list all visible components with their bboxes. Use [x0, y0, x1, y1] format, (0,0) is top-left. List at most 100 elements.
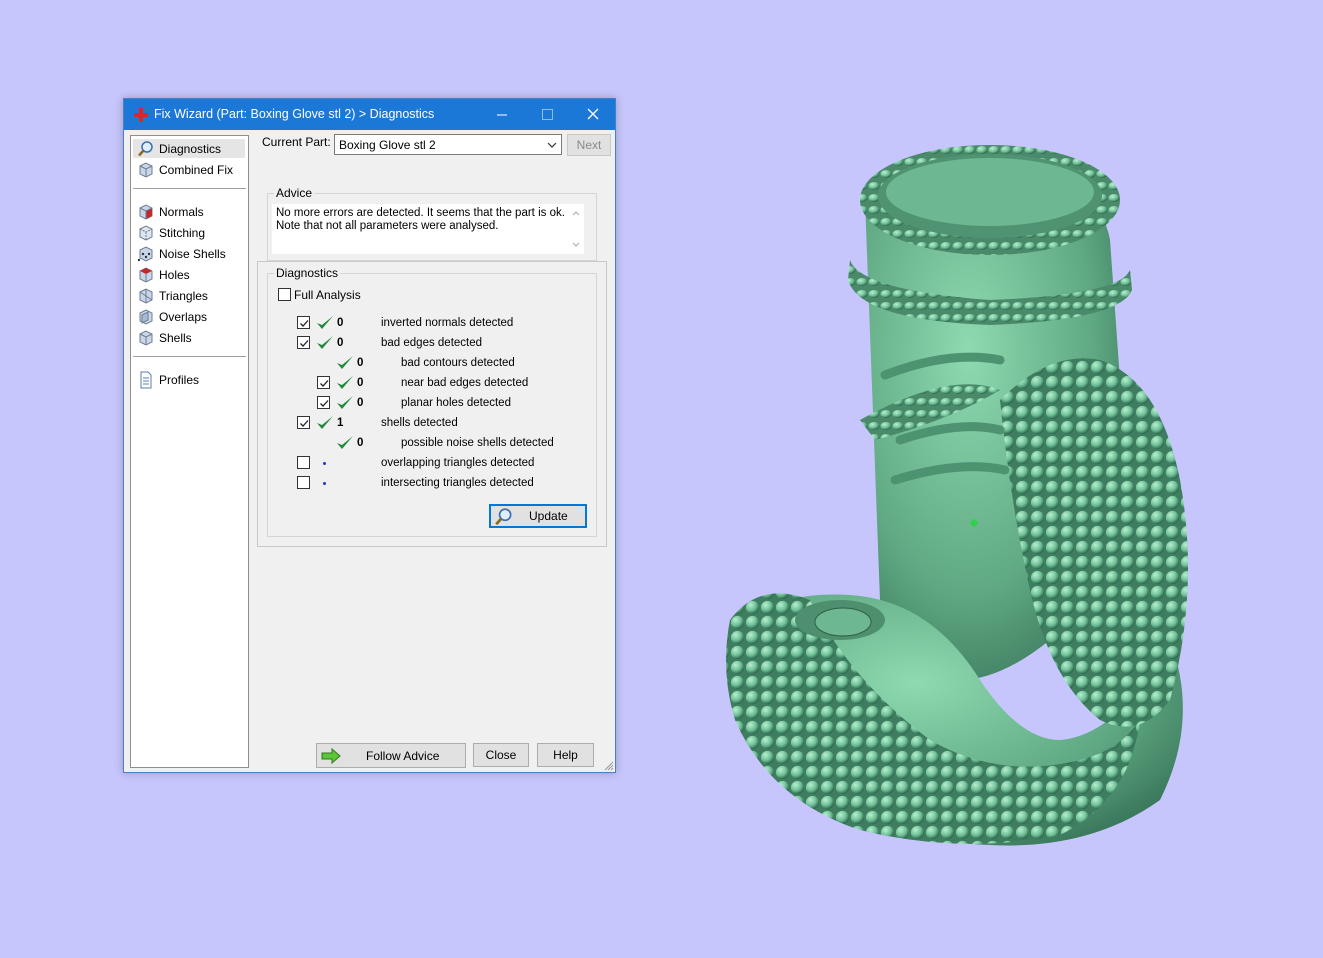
advice-scrollbar[interactable]: [570, 206, 582, 252]
fix-wizard-window: Fix Wizard (Part: Boxing Glove stl 2) > …: [123, 98, 616, 773]
sidebar-item-combined-fix[interactable]: Combined Fix: [133, 160, 245, 179]
sidebar-item-noise-shells[interactable]: Noise Shells: [133, 244, 245, 263]
pending-dot-icon: [323, 482, 326, 485]
cube-red-hole-icon: [139, 266, 153, 283]
sidebar-item-stitching[interactable]: Stitching: [133, 223, 245, 242]
ok-check-icon: [317, 416, 333, 429]
sidebar-item-label: Holes: [159, 267, 190, 282]
cube-red-face-icon: [139, 203, 153, 220]
diagnostic-checkbox[interactable]: [297, 316, 310, 329]
sidebar-item-shells[interactable]: Shells: [133, 328, 245, 347]
cube-dots-icon: [137, 245, 153, 262]
ok-check-icon: [337, 436, 353, 449]
diagnostic-checkbox[interactable]: [317, 376, 330, 389]
arrow-right-icon: [321, 747, 341, 765]
resize-grip-icon[interactable]: [604, 761, 614, 771]
ok-check-icon: [317, 316, 333, 329]
cube-overlap-icon: [139, 308, 153, 325]
sidebar-item-label: Overlaps: [159, 309, 208, 324]
help-button[interactable]: Help: [537, 743, 594, 767]
document-icon: [140, 371, 152, 388]
magnifier-icon: [495, 508, 512, 526]
sidebar-divider: [133, 356, 246, 357]
minimize-button[interactable]: [479, 99, 525, 130]
full-analysis-label: Full Analysis: [294, 288, 361, 302]
wizard-sidebar: Diagnostics Combined Fix Normals Stitchi…: [130, 135, 249, 768]
checkbox-tick-icon: [320, 380, 329, 387]
magnifier-icon: [138, 140, 153, 156]
diagnostic-checkbox[interactable]: [297, 456, 310, 469]
boxing-glove-model: [726, 145, 1188, 846]
diagnostic-label: possible noise shells detected: [401, 437, 554, 449]
sidebar-item-profiles[interactable]: Profiles: [133, 370, 245, 389]
next-button[interactable]: Next: [567, 134, 611, 156]
diagnostic-count: 0: [337, 317, 344, 329]
3d-viewport[interactable]: [700, 120, 1220, 880]
title-bar[interactable]: Fix Wizard (Part: Boxing Glove stl 2) > …: [124, 99, 615, 130]
diagnostic-label: overlapping triangles detected: [381, 457, 535, 469]
diagnostic-label: shells detected: [381, 417, 458, 429]
diagnostic-count: 0: [357, 397, 364, 409]
diagnostic-label: planar holes detected: [401, 397, 511, 409]
advice-title: Advice: [274, 186, 315, 200]
update-button[interactable]: Update: [489, 504, 587, 528]
checkbox-tick-icon: [300, 420, 309, 427]
diagnostic-count: 0: [357, 437, 364, 449]
current-part-select[interactable]: Boxing Glove stl 2: [334, 134, 562, 155]
advice-line: Note that not all parameters were analys…: [276, 220, 499, 232]
diagnostic-checkbox[interactable]: [297, 416, 310, 429]
sidebar-item-label: Stitching: [159, 225, 206, 240]
sidebar-item-label: Profiles: [159, 372, 200, 387]
advice-text: No more errors are detected. It seems th…: [276, 207, 566, 233]
cube-stitch-icon: [139, 224, 153, 241]
app-cross-icon: [134, 108, 148, 122]
sidebar-item-label: Noise Shells: [159, 246, 226, 261]
diagnostic-label: intersecting triangles detected: [381, 477, 534, 489]
advice-textbox[interactable]: No more errors are detected. It seems th…: [272, 204, 584, 254]
close-button[interactable]: Close: [473, 743, 529, 767]
diagnostic-checkbox[interactable]: [297, 336, 310, 349]
current-part-value: Boxing Glove stl 2: [339, 138, 436, 152]
maximize-button[interactable]: [524, 99, 570, 130]
maximize-icon: [542, 109, 553, 120]
checkbox-tick-icon: [300, 340, 309, 347]
diagnostic-count: 1: [337, 417, 344, 429]
ok-check-icon: [317, 336, 333, 349]
sidebar-item-diagnostics[interactable]: Diagnostics: [133, 139, 245, 158]
sidebar-item-overlaps[interactable]: Overlaps: [133, 307, 245, 326]
sidebar-item-label: Normals: [159, 204, 204, 219]
window-title: Fix Wizard (Part: Boxing Glove stl 2) > …: [154, 107, 435, 121]
sidebar-item-triangles[interactable]: Triangles: [133, 286, 245, 305]
follow-advice-button[interactable]: Follow Advice: [316, 743, 466, 768]
chevron-down-icon: [547, 142, 557, 148]
close-window-button[interactable]: [570, 99, 616, 130]
checkbox-tick-icon: [320, 400, 329, 407]
update-label: Update: [529, 509, 568, 523]
diagnostic-label: bad contours detected: [401, 357, 515, 369]
sidebar-item-label: Triangles: [159, 288, 208, 303]
diagnostics-title: Diagnostics: [274, 266, 341, 280]
minimize-icon: [497, 114, 507, 116]
full-analysis-checkbox[interactable]: [278, 288, 291, 301]
sidebar-item-normals[interactable]: Normals: [133, 202, 245, 221]
diagnostic-checkbox[interactable]: [317, 396, 330, 409]
follow-advice-label: Follow Advice: [366, 749, 440, 763]
sidebar-item-label: Diagnostics: [159, 141, 222, 156]
triangle-cube-icon: [139, 287, 153, 304]
diagnostic-label: near bad edges detected: [401, 377, 529, 389]
diagnostic-checkbox[interactable]: [297, 476, 310, 489]
diagnostic-count: 0: [357, 357, 364, 369]
close-icon: [587, 108, 599, 120]
diagnostic-label: inverted normals detected: [381, 317, 514, 329]
sidebar-item-holes[interactable]: Holes: [133, 265, 245, 284]
ok-check-icon: [337, 356, 353, 369]
sidebar-divider: [133, 188, 246, 189]
current-part-label: Current Part:: [262, 135, 331, 149]
diagnostic-count: 0: [337, 337, 344, 349]
cube-icon: [139, 161, 153, 178]
sidebar-item-label: Shells: [159, 330, 192, 345]
cube-shells-icon: [139, 329, 153, 346]
pending-dot-icon: [323, 462, 326, 465]
diagnostic-count: 0: [357, 377, 364, 389]
sidebar-item-label: Combined Fix: [159, 162, 234, 177]
